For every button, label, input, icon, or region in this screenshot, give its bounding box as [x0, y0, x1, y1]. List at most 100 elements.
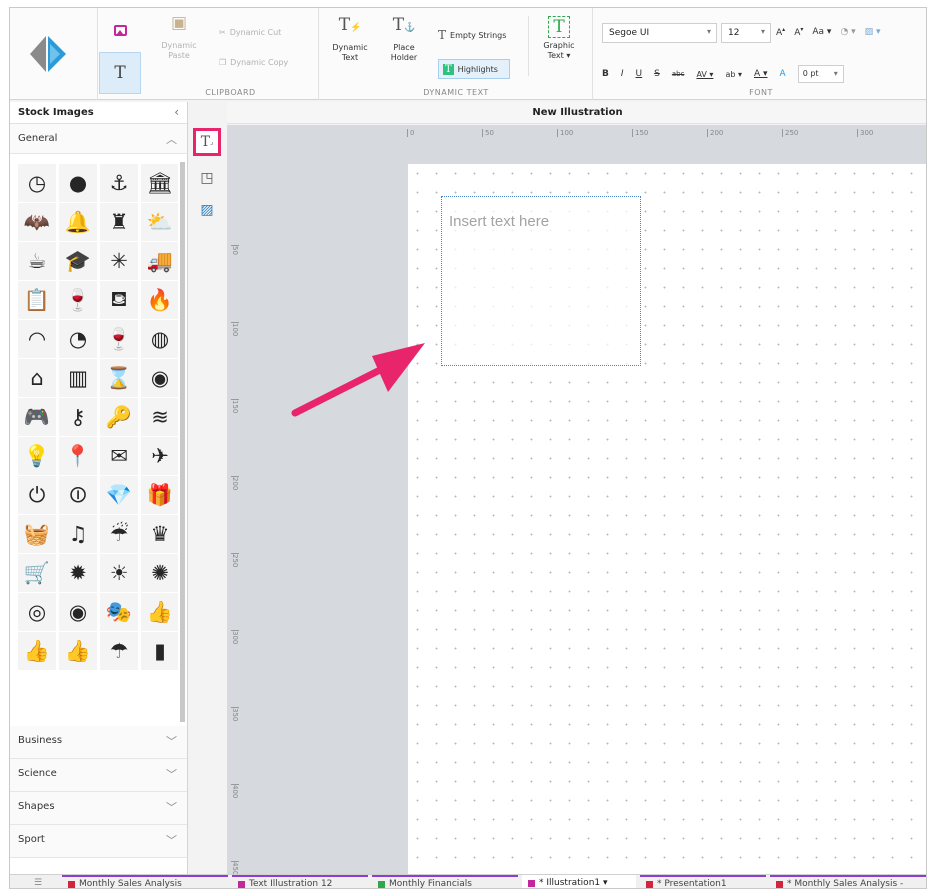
umbrella-icon[interactable]: ☂ — [100, 632, 138, 670]
sun-gear-icon[interactable]: ✹ — [59, 554, 97, 592]
grow-font-icon[interactable]: A▴ — [776, 26, 785, 38]
text-tool-button[interactable]: T ⌟ — [193, 128, 221, 156]
document-tab[interactable]: * Monthly Sales Analysis - — [770, 875, 926, 888]
anchor-icon[interactable]: ⚓ — [100, 164, 138, 202]
shrink-font-icon[interactable]: A▾ — [794, 26, 803, 38]
text-mode-button[interactable]: T — [99, 52, 141, 94]
building-icon[interactable]: ▥ — [59, 359, 97, 397]
bold-icon[interactable]: B — [602, 69, 609, 79]
music-note-icon[interactable]: ♫ — [59, 515, 97, 553]
fill-color-icon[interactable]: ◔ ▾ — [840, 27, 855, 37]
target-icon[interactable]: ◎ — [18, 593, 56, 631]
layers-icon[interactable]: ≋ — [141, 398, 178, 436]
shape-tool-icon[interactable]: ◳ — [193, 164, 221, 192]
sun-bright-icon[interactable]: ✺ — [141, 554, 178, 592]
category-shapes[interactable]: Shapes ﹀ — [10, 792, 187, 825]
wine-glass-icon[interactable]: 🍷 — [100, 320, 138, 358]
cloud-rain-icon[interactable]: ☔ — [100, 515, 138, 553]
character-spacing-icon[interactable]: AV ▾ — [696, 70, 713, 79]
underline-icon[interactable]: U — [636, 69, 643, 79]
cart-icon[interactable]: 🛒 — [18, 554, 56, 592]
format-icon[interactable]: ▨ ▾ — [865, 27, 881, 37]
dynamic-text-button[interactable]: T⚡ Dynamic Text — [326, 17, 374, 63]
sun-icon[interactable]: ☀ — [100, 554, 138, 592]
category-general[interactable]: General ︿ — [10, 124, 187, 154]
bat-icon[interactable]: 🦇 — [18, 203, 56, 241]
thumbs-up-outline-icon[interactable]: 👍 — [141, 593, 178, 631]
canvas-area[interactable]: 0 50 100 150 200 250 300 50 100 150 200 250 300 350 4… — [227, 125, 926, 874]
hourglass-icon[interactable]: ⌛ — [100, 359, 138, 397]
crown-icon[interactable]: ♛ — [141, 515, 178, 553]
diamond-icon[interactable]: 💎 — [100, 476, 138, 514]
network-icon[interactable]: ✳ — [100, 242, 138, 280]
highlight-color-icon[interactable]: ab ▾ — [725, 70, 742, 79]
text-box[interactable]: Insert text here — [441, 196, 641, 366]
highlights-button[interactable]: T Highlights — [438, 59, 510, 79]
castle-icon[interactable]: ♜ — [100, 203, 138, 241]
flame-icon[interactable]: 🔥 — [141, 281, 178, 319]
font-family-select[interactable]: Segoe UI ▾ — [602, 23, 717, 43]
bank-icon[interactable]: 🏛 — [141, 164, 178, 202]
small-strike-icon[interactable]: abc — [672, 70, 685, 78]
font-color-icon[interactable]: A ▾ — [754, 69, 768, 79]
font-size-select[interactable]: 12 ▾ — [721, 23, 771, 43]
gift-icon[interactable]: 🎁 — [141, 476, 178, 514]
document-tab[interactable]: * Illustration1 ▾ — [522, 875, 636, 888]
clock-24-icon[interactable]: ◷ — [18, 164, 56, 202]
mail-icon[interactable]: ✉ — [100, 437, 138, 475]
dynamic-cut-button[interactable]: ✂ Dynamic Cut — [219, 28, 281, 37]
illustration-page[interactable]: Insert text here — [408, 164, 926, 874]
dynamic-copy-button[interactable]: ❐ Dynamic Copy — [219, 58, 288, 67]
power-plug-icon[interactable]: ⏻ — [18, 476, 56, 514]
dynamic-paste-button[interactable]: ▣ Dynamic Paste — [159, 15, 199, 61]
text-effect-icon[interactable]: A — [780, 69, 786, 79]
wine-bottle-icon[interactable]: 🍷 — [59, 281, 97, 319]
power-icon[interactable]: ⏼ — [59, 476, 97, 514]
place-holder-button[interactable]: T⚓ Place Holder — [382, 17, 426, 63]
category-business[interactable]: Business ﹀ — [10, 726, 187, 759]
gauge-low-icon[interactable]: ◠ — [18, 320, 56, 358]
cloud-sun-icon[interactable]: ⛅ — [141, 203, 178, 241]
key-icon[interactable]: 🔑 — [100, 398, 138, 436]
clipboard-icon[interactable]: 📋 — [18, 281, 56, 319]
menu-icon[interactable]: ☰ — [18, 875, 58, 888]
gamepad-icon[interactable]: 🎮 — [18, 398, 56, 436]
graduation-cap-icon[interactable]: 🎓 — [59, 242, 97, 280]
key-outline-icon[interactable]: ⚷ — [59, 398, 97, 436]
home-icon[interactable]: ⌂ — [18, 359, 56, 397]
empty-strings-button[interactable]: T Empty Strings — [438, 28, 506, 42]
category-sport[interactable]: Sport ﹀ — [10, 825, 187, 858]
coffee-cup-icon[interactable]: ☕ — [18, 242, 56, 280]
shopping-basket-icon[interactable]: 🧺 — [18, 515, 56, 553]
truck-icon[interactable]: 🚚 — [141, 242, 178, 280]
italic-icon[interactable]: I — [621, 69, 624, 79]
thumbs-up-left-icon[interactable]: 👍 — [59, 632, 97, 670]
strikethrough-icon[interactable]: S — [654, 69, 660, 79]
head-icon[interactable]: ● — [59, 164, 97, 202]
gauge-icon[interactable]: ◔ — [59, 320, 97, 358]
theatre-masks-icon[interactable]: 🎭 — [100, 593, 138, 631]
thumbs-up-icon[interactable]: 👍 — [18, 632, 56, 670]
spacing-input[interactable]: 0 pt ▾ — [797, 65, 844, 83]
document-tab[interactable]: Monthly Financials — [372, 875, 518, 888]
collapse-panel-icon[interactable]: ‹ — [174, 105, 179, 119]
target-outline-icon[interactable]: ◉ — [59, 593, 97, 631]
document-tab[interactable]: Monthly Sales Analysis — [62, 875, 228, 888]
bulb-icon[interactable]: 💡 — [18, 437, 56, 475]
globe-grid-icon[interactable]: ◍ — [141, 320, 178, 358]
airplane-icon[interactable]: ✈ — [141, 437, 178, 475]
document-tab[interactable]: Text Illustration 12 — [232, 875, 368, 888]
globe-icon[interactable]: ◉ — [141, 359, 178, 397]
bottle-icon[interactable]: ▮ — [141, 632, 178, 670]
document-tab[interactable]: * Presentation1 — [640, 875, 766, 888]
image-tool-icon[interactable]: ▨ — [193, 196, 221, 224]
illustration-mode-button[interactable] — [99, 10, 141, 50]
vertical-scrollbar[interactable] — [180, 162, 185, 722]
bell-icon[interactable]: 🔔 — [59, 203, 97, 241]
text-placeholder[interactable]: Insert text here — [449, 213, 549, 230]
category-science[interactable]: Science ﹀ — [10, 759, 187, 792]
glass-drop-icon[interactable]: ⛾ — [100, 281, 138, 319]
map-pin-icon[interactable]: 📍 — [59, 437, 97, 475]
graphic-text-button[interactable]: T Graphic Text ▾ — [534, 16, 584, 61]
change-case-icon[interactable]: Aa ▾ — [812, 27, 831, 37]
